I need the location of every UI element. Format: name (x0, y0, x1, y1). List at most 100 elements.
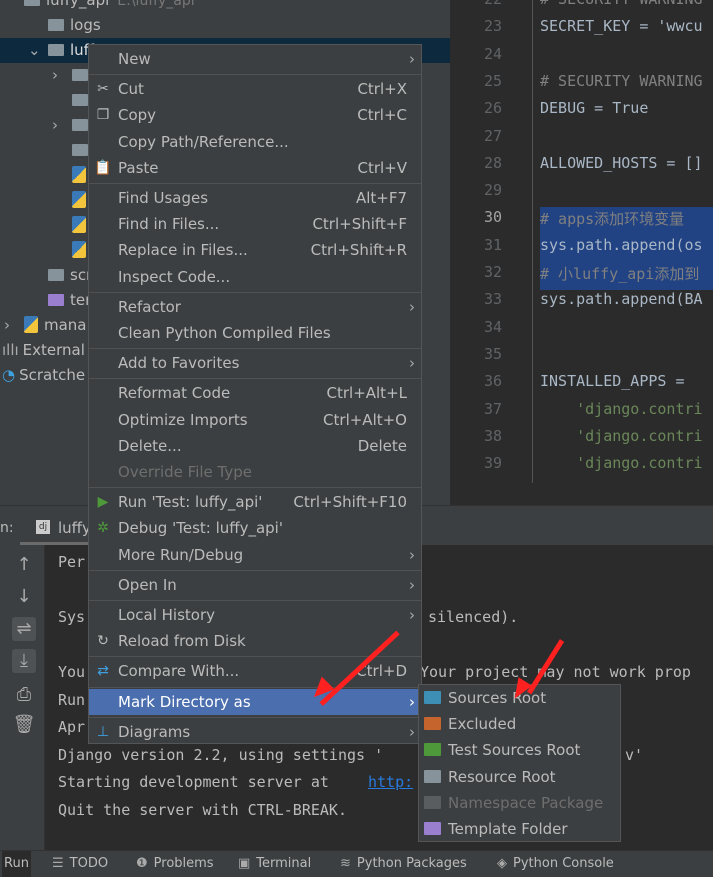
console-line: Apr (58, 718, 86, 736)
tool-tab-python-packages[interactable]: ≋ Python Packages (340, 856, 467, 871)
trash-icon[interactable]: 🗑 (12, 713, 36, 737)
scroll-to-end-icon[interactable]: ⤓ (12, 649, 36, 673)
chevron-icon[interactable]: › (52, 63, 58, 88)
menu-item-replace-in-files[interactable]: Replace in Files... Ctrl+Shift+R (89, 237, 421, 263)
menu-item-copy[interactable]: ❐ Copy Ctrl+C (89, 102, 421, 128)
line-number: 36 (483, 372, 502, 391)
menu-item-find-usages[interactable]: Find Usages Alt+F7 (89, 185, 421, 211)
menu-item-debug-test-luffy-api[interactable]: ✲ Debug 'Test: luffy_api' (89, 515, 421, 541)
code-editor[interactable]: 22 # SECURITY WARNING 23 SECRET_KEY = 'wwcu… (450, 0, 713, 483)
menu-separator (89, 569, 421, 571)
folder-icon (424, 795, 441, 809)
line-number: 38 (483, 426, 502, 445)
menu-item-label: Clean Python Compiled Files (118, 324, 331, 342)
menu-item-mark-directory-as[interactable]: Mark Directory as › (89, 688, 421, 715)
line-number: 28 (483, 153, 502, 172)
tool-tab-run[interactable]: Run (2, 851, 31, 877)
menu-item-run-test-luffy-api[interactable]: ▶ Run 'Test: luffy_api' Ctrl+Shift+F10 (89, 489, 421, 515)
paste-icon: 📋 (94, 159, 112, 176)
server-link[interactable]: http: (368, 773, 413, 791)
code-line: # SECURITY WARNING (540, 0, 703, 8)
menu-separator (89, 291, 421, 293)
chevron-right-icon: › (409, 722, 415, 741)
context-menu: New › ✂ Cut Ctrl+X ❐ Copy Ctrl+C Copy Path/Refer… (88, 44, 422, 744)
menu-item-new[interactable]: New › (89, 46, 421, 72)
chevron-right-icon: › (409, 545, 415, 564)
menu-item-diagrams[interactable]: ⊥ Diagrams › (89, 719, 421, 745)
menu-item-copy-path-reference[interactable]: Copy Path/Reference... (89, 129, 421, 155)
console-line: Sys (58, 608, 86, 626)
menu-item-label: New (118, 50, 151, 68)
menu-item-add-to-favorites[interactable]: Add to Favorites › (89, 350, 421, 376)
print-icon[interactable]: ⎙ (12, 683, 36, 707)
submenu-item-resource-root[interactable]: Resource Root (419, 764, 620, 790)
menu-item-local-history[interactable]: Local History › (89, 602, 421, 628)
tool-tab-python-console[interactable]: ◈ Python Console (497, 856, 614, 871)
code-line: # 小luffy_api添加到 (540, 265, 700, 283)
tree-item-label: luffy_api (46, 0, 110, 9)
python-file-icon (72, 166, 86, 183)
menu-shortcut: Ctrl+Alt+L (326, 384, 408, 403)
menu-item-open-in[interactable]: Open In › (89, 572, 421, 598)
tool-tab-terminal[interactable]: ▣ Terminal (238, 856, 311, 871)
menu-item-label: Debug 'Test: luffy_api' (118, 519, 283, 538)
code-line: 'django.contri (540, 426, 703, 445)
line-number: 32 (483, 263, 502, 281)
menu-item-inspect-code[interactable]: Inspect Code... (89, 264, 421, 290)
up-arrow-icon[interactable]: ↑ (12, 553, 36, 577)
chevron-icon[interactable]: › (52, 113, 58, 138)
code-line: ALLOWED_HOSTS = [] (540, 153, 703, 172)
soft-wrap-icon[interactable]: ⇌ (12, 617, 36, 641)
folder-icon (424, 769, 441, 783)
submenu-item-template-folder[interactable]: Template Folder (419, 816, 620, 842)
menu-separator (89, 348, 421, 350)
menu-shortcut: Ctrl+Alt+O (323, 410, 407, 429)
menu-item-find-in-files[interactable]: Find in Files... Ctrl+Shift+F (89, 211, 421, 237)
folder-icon (48, 44, 64, 56)
menu-item-delete[interactable]: Delete... Delete (89, 433, 421, 459)
django-icon: dj (36, 520, 50, 534)
chevron-right-icon: › (409, 575, 415, 594)
menu-item-optimize-imports[interactable]: Optimize Imports Ctrl+Alt+O (89, 407, 421, 433)
down-arrow-icon[interactable]: ↓ (12, 585, 36, 609)
menu-item-compare-with[interactable]: ⇄ Compare With... Ctrl+D (89, 658, 421, 684)
menu-item-label: More Run/Debug (118, 545, 244, 564)
menu-item-paste[interactable]: 📋 Paste Ctrl+V (89, 155, 421, 181)
tree-item[interactable]: luffy_api E:\luffy_api (0, 0, 450, 13)
python-file-icon (72, 241, 86, 258)
menu-item-cut[interactable]: ✂ Cut Ctrl+X (89, 76, 421, 102)
tool-tab-problems[interactable]: ❶ Problems (136, 856, 214, 871)
tab-label: Python Console (513, 856, 614, 871)
menu-item-label: Override File Type (118, 463, 252, 481)
menu-item-reformat-code[interactable]: Reformat Code Ctrl+Alt+L (89, 380, 421, 406)
menu-separator (89, 487, 421, 489)
tab-label: Terminal (256, 856, 312, 871)
menu-separator (89, 600, 421, 601)
chevron-icon[interactable]: ⌄ (28, 38, 41, 63)
chevron-icon[interactable]: › (4, 313, 10, 338)
menu-separator (89, 74, 421, 76)
folder-icon (424, 717, 441, 731)
tab-icon: ▣ (238, 856, 251, 871)
gutter-divider (532, 0, 533, 483)
tab-label: Run (4, 856, 29, 871)
console-line: Quit the server with CTRL-BREAK. (58, 801, 347, 819)
menu-item-more-run-debug[interactable]: More Run/Debug › (89, 542, 421, 568)
submenu-item-test-sources-root[interactable]: Test Sources Root (419, 737, 620, 763)
menu-item-clean-python-compiled-files[interactable]: Clean Python Compiled Files (89, 320, 421, 346)
menu-item-override-file-type: Override File Type (89, 459, 421, 485)
tool-tab-todo[interactable]: ☰ TODO (52, 856, 108, 871)
run-tab-luffy[interactable]: luffy (58, 519, 91, 537)
line-number: 31 (483, 235, 502, 254)
menu-item-label: Cut (118, 80, 144, 99)
menu-item-label: Open In (118, 575, 177, 594)
line-number: 29 (483, 181, 502, 200)
menu-item-label: Local History (118, 606, 216, 624)
menu-item-reload-from-disk[interactable]: ↻ Reload from Disk (89, 628, 421, 654)
code-line: 'django.contri (540, 454, 703, 473)
code-line: sys.path.append(BA (540, 290, 703, 309)
menu-item-label: Copy (118, 106, 157, 125)
submenu-item-excluded[interactable]: Excluded (419, 711, 620, 737)
tree-item[interactable]: logs (0, 13, 450, 38)
menu-item-refactor[interactable]: Refactor › (89, 294, 421, 320)
